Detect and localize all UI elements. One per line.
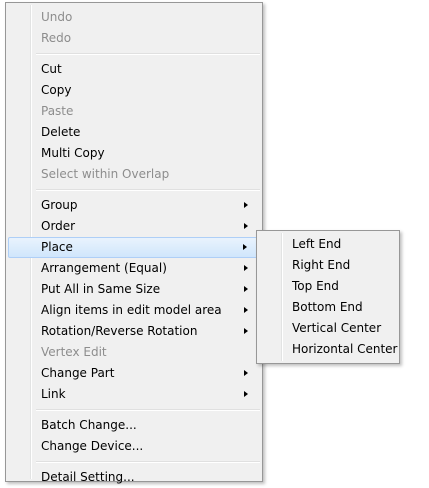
menu-item-label: Rotation/Reverse Rotation (41, 324, 198, 338)
menu-item-change-device[interactable]: Change Device... (8, 436, 260, 457)
menu-item-change-part[interactable]: Change Part (8, 363, 260, 384)
submenu-item-horizontal-center[interactable]: Horizontal Center (259, 339, 397, 360)
chevron-right-icon (244, 223, 248, 229)
context-menu: Undo Redo Cut Copy Paste Delete Multi Co… (5, 2, 263, 484)
menu-item-label: Link (41, 387, 66, 401)
menu-item-copy[interactable]: Copy (8, 80, 260, 101)
menu-item-arrangement-equal[interactable]: Arrangement (Equal) (8, 258, 260, 279)
menu-item-place[interactable]: Place (8, 237, 260, 258)
chevron-right-icon (244, 286, 248, 292)
menu-separator (36, 53, 260, 55)
chevron-right-icon (244, 307, 248, 313)
menu-item-label: Arrangement (Equal) (41, 261, 167, 275)
menu-item-label: Group (41, 198, 78, 212)
menu-item-multi-copy[interactable]: Multi Copy (8, 143, 260, 164)
menu-item-label: Align items in edit model area (41, 303, 222, 317)
menu-item-label: Place (41, 240, 73, 254)
chevron-right-icon (244, 391, 248, 397)
menu-item-label: Order (41, 219, 76, 233)
submenu-item-right-end[interactable]: Right End (259, 255, 397, 276)
menu-item-batch-change[interactable]: Batch Change... (8, 415, 260, 436)
menu-separator (36, 189, 260, 191)
menu-item-redo: Redo (41, 31, 72, 45)
menu-separator (36, 461, 260, 463)
menu-separator (36, 409, 260, 411)
menu-item-paste: Paste (41, 104, 74, 118)
submenu-item-vertical-center[interactable]: Vertical Center (259, 318, 397, 339)
menu-item-detail-setting[interactable]: Detail Setting... (8, 467, 260, 488)
menu-item-delete[interactable]: Delete (8, 122, 260, 143)
chevron-right-icon (243, 244, 247, 250)
menu-item-label: Put All in Same Size (41, 282, 161, 296)
menu-item-align-items[interactable]: Align items in edit model area (8, 300, 260, 321)
chevron-right-icon (244, 370, 248, 376)
menu-item-vertex-edit: Vertex Edit (41, 345, 107, 359)
chevron-right-icon (244, 328, 248, 334)
menu-item-label: Change Part (41, 366, 115, 380)
menu-item-order[interactable]: Order (8, 216, 260, 237)
submenu-item-left-end[interactable]: Left End (259, 234, 397, 255)
menu-item-put-all-same-size[interactable]: Put All in Same Size (8, 279, 260, 300)
chevron-right-icon (244, 265, 248, 271)
menu-item-undo: Undo (41, 10, 73, 24)
submenu-item-top-end[interactable]: Top End (259, 276, 397, 297)
menu-item-link[interactable]: Link (8, 384, 260, 405)
chevron-right-icon (244, 202, 248, 208)
menu-item-rotation[interactable]: Rotation/Reverse Rotation (8, 321, 260, 342)
place-submenu: Left End Right End Top End Bottom End Ve… (256, 230, 400, 364)
menu-item-group[interactable]: Group (8, 195, 260, 216)
menu-item-cut[interactable]: Cut (8, 59, 260, 80)
menu-item-select-within-overlap: Select within Overlap (41, 167, 170, 181)
submenu-item-bottom-end[interactable]: Bottom End (259, 297, 397, 318)
